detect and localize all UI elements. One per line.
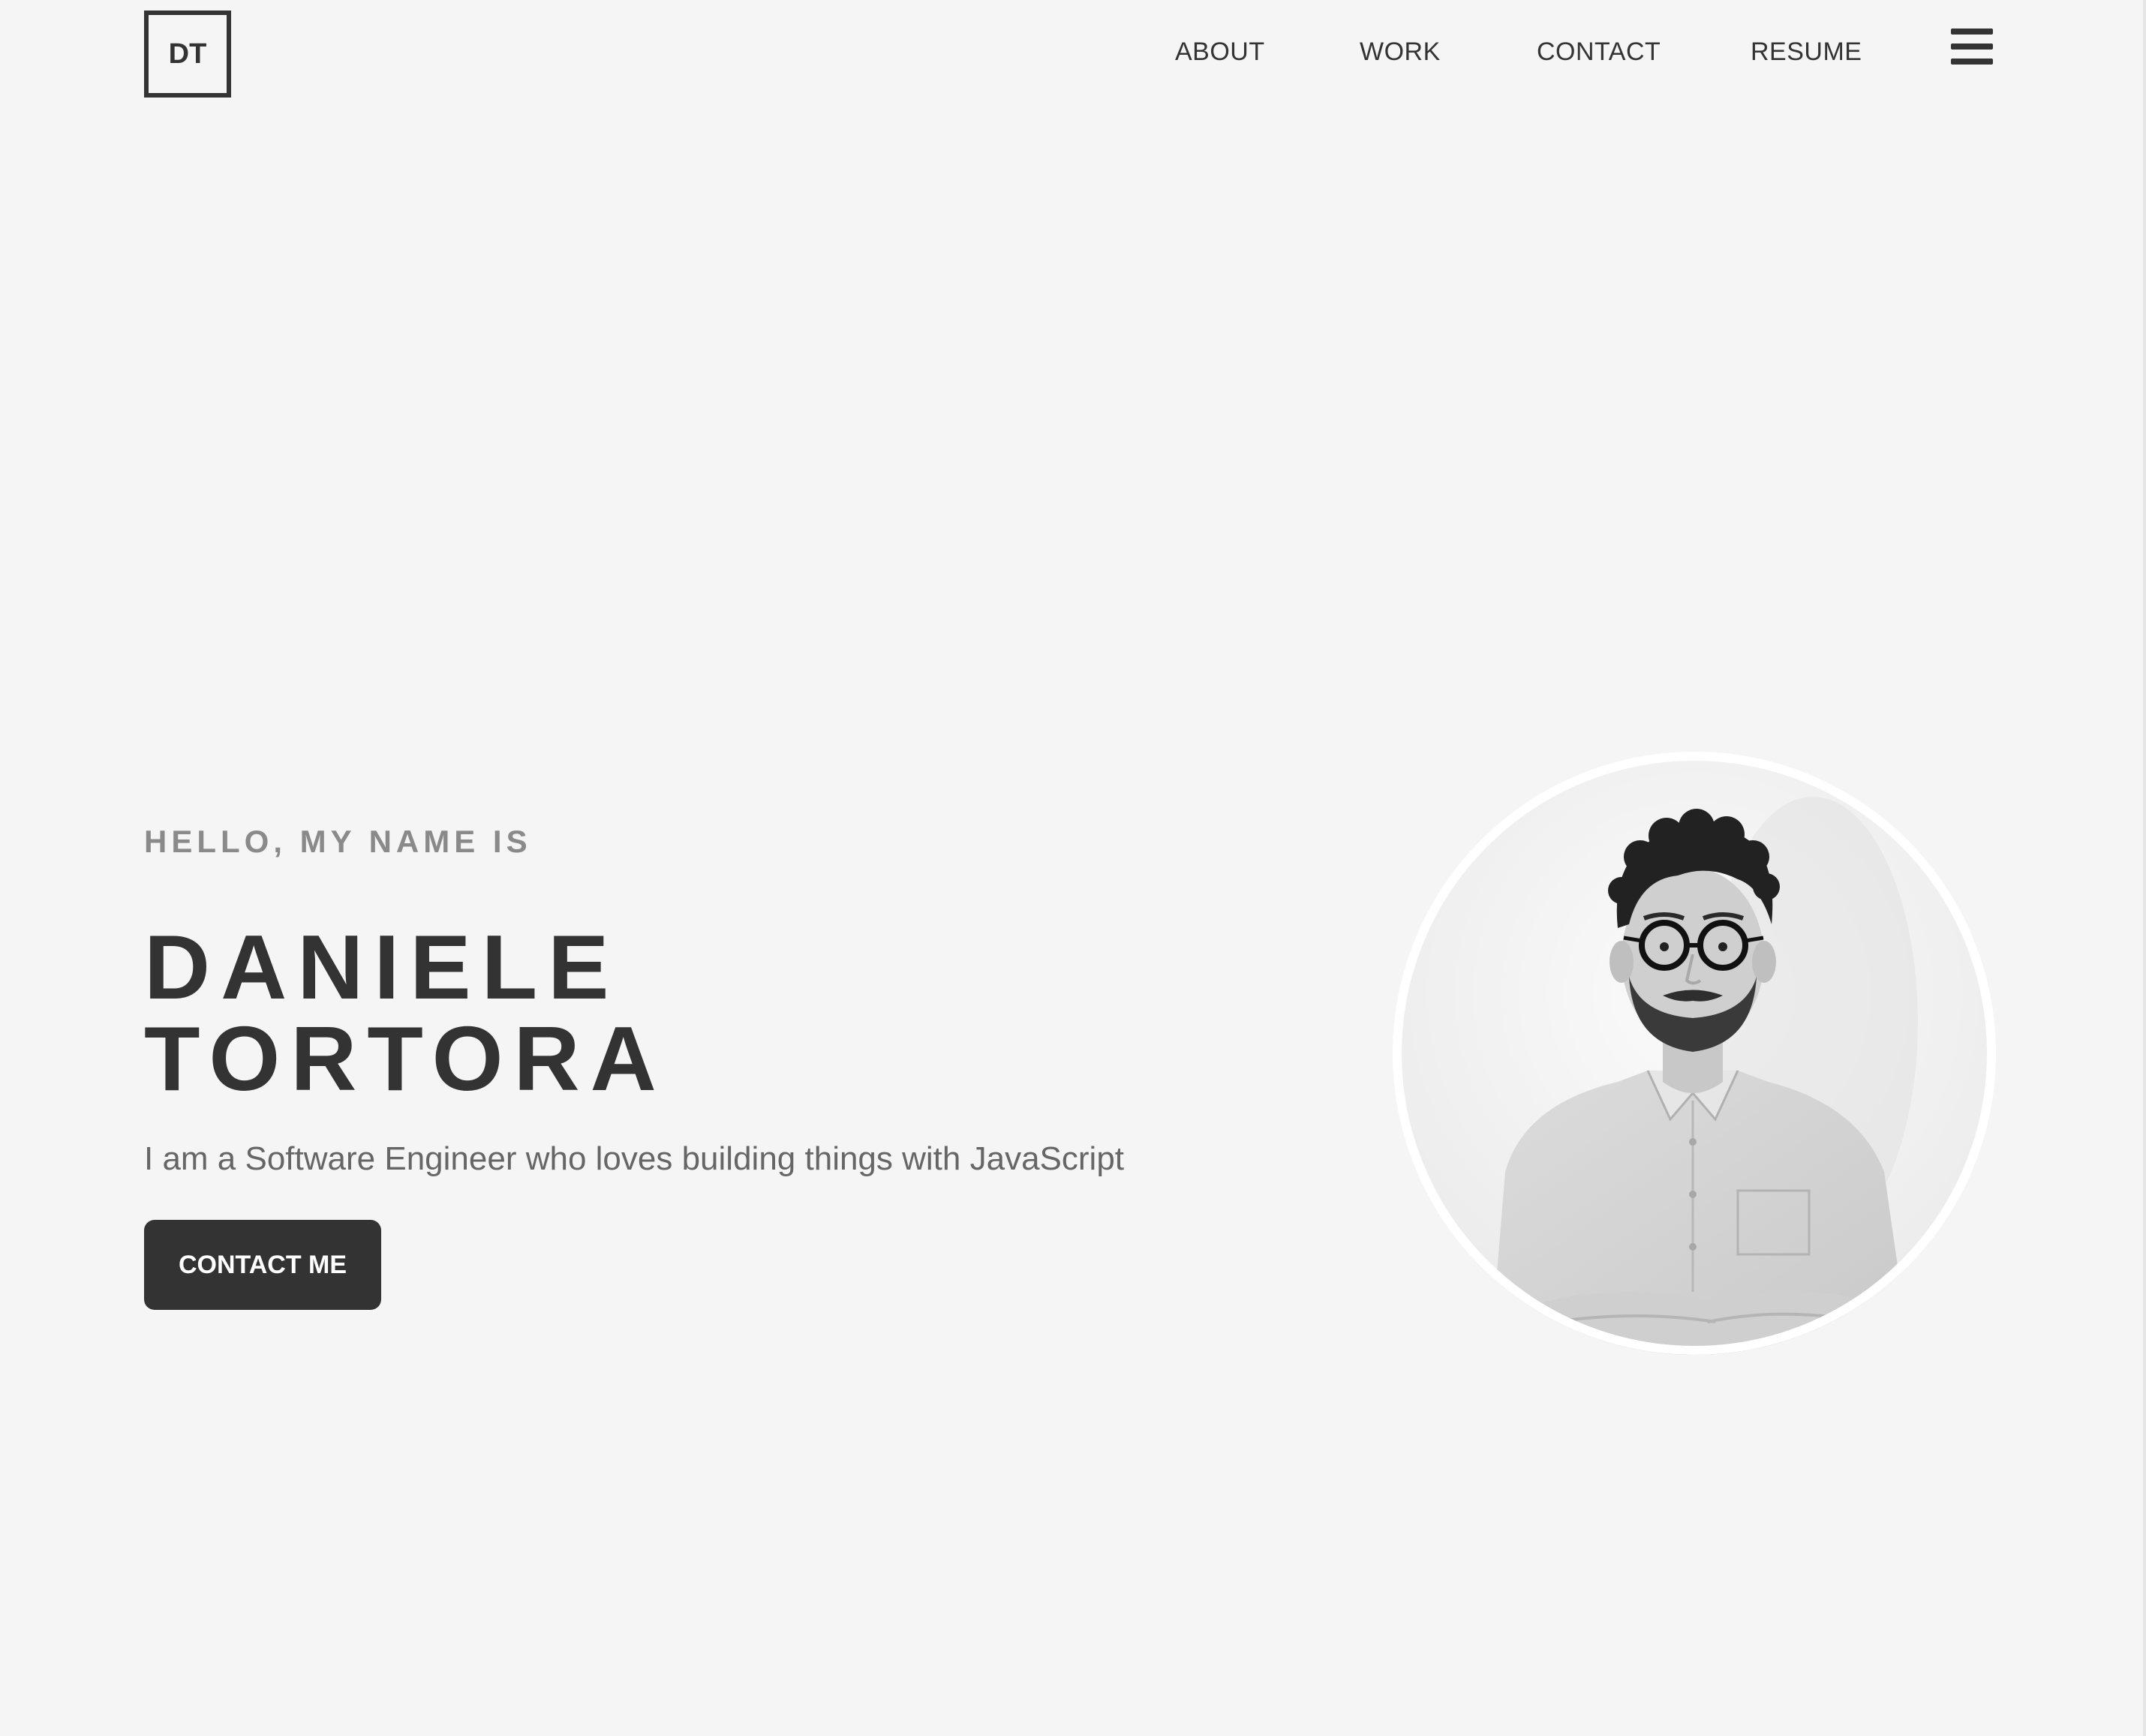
- hero-last-name: TORTORA: [144, 1008, 667, 1110]
- nav-resume-link[interactable]: RESUME: [1751, 35, 1862, 69]
- menu-bar: [1951, 59, 1993, 65]
- profile-photo-illustration: [1393, 752, 1996, 1355]
- main-nav: ABOUT WORK CONTACT RESUME: [0, 35, 2146, 69]
- scrollbar-track[interactable]: [2143, 0, 2146, 1736]
- profile-photo: [1393, 752, 1996, 1355]
- hero-greeting: HELLO, MY NAME IS: [144, 824, 532, 859]
- hero-first-name: DANIELE: [144, 916, 620, 1018]
- hero-tagline: I am a Software Engineer who loves build…: [144, 1140, 1125, 1177]
- nav-about-link[interactable]: ABOUT: [1175, 35, 1265, 69]
- nav-contact-link[interactable]: CONTACT: [1537, 35, 1661, 69]
- menu-bar: [1951, 29, 1993, 35]
- hamburger-menu-icon[interactable]: [1951, 29, 1993, 66]
- contact-me-button[interactable]: CONTACT ME: [144, 1220, 381, 1310]
- nav-work-link[interactable]: WORK: [1360, 35, 1441, 69]
- hero-name: DANIELE TORTORA: [144, 921, 667, 1104]
- menu-bar: [1951, 44, 1993, 50]
